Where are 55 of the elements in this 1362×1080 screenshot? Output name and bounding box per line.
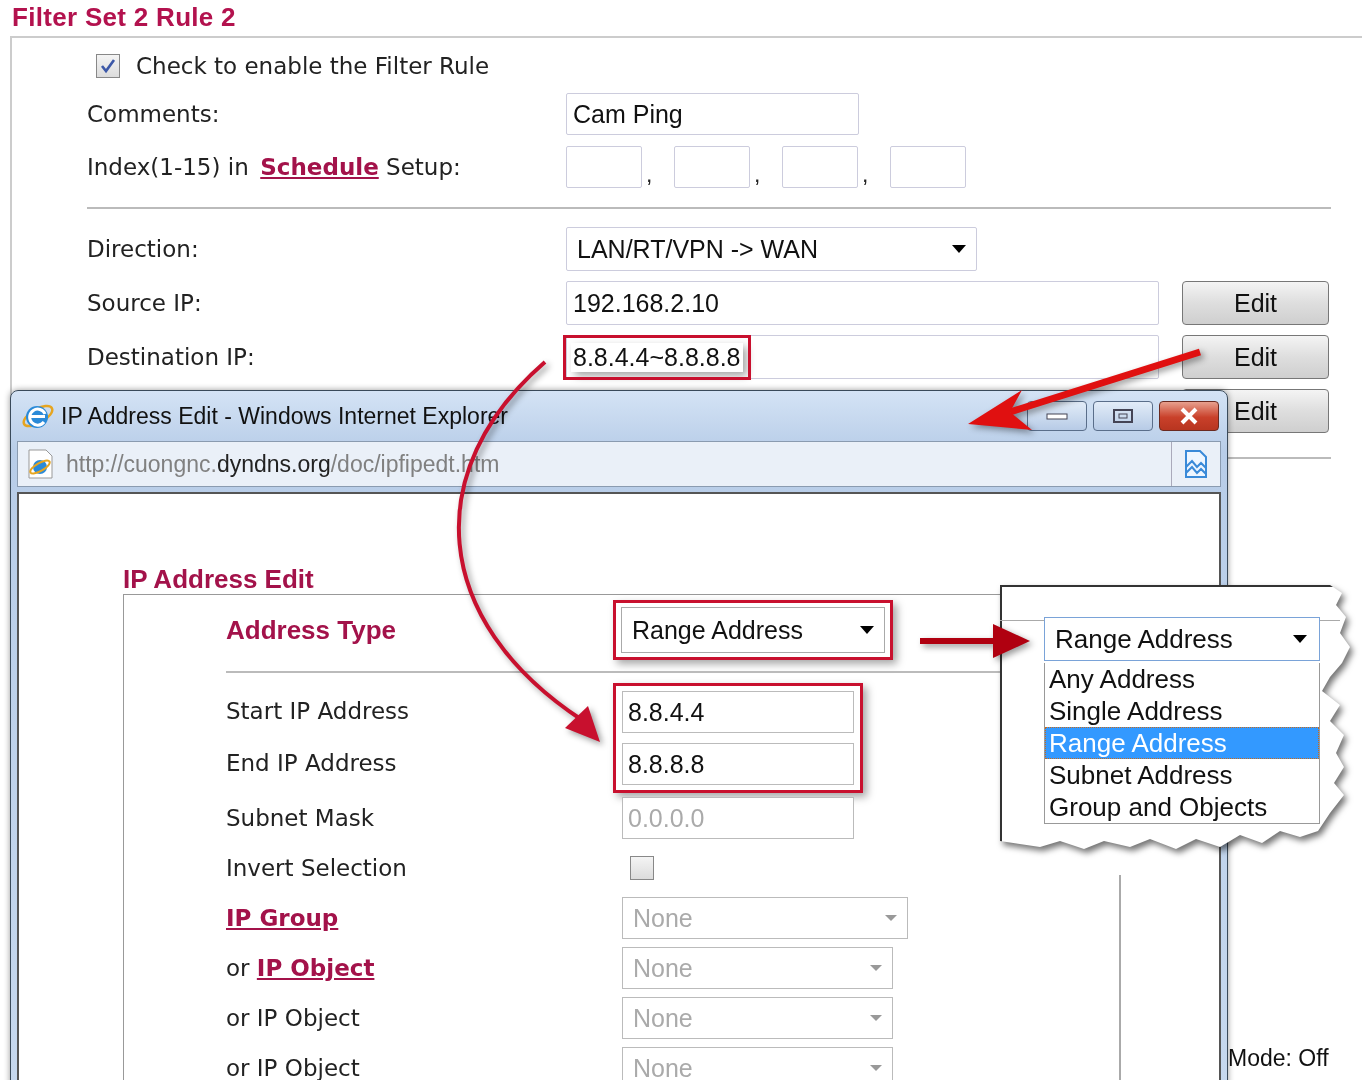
ip-field[interactable]: 8.8.4.4 bbox=[622, 691, 854, 733]
edit-button[interactable]: Edit bbox=[1182, 281, 1329, 325]
close-button[interactable] bbox=[1159, 401, 1219, 431]
field-label: Index(1-15) in bbox=[87, 154, 249, 180]
comments-field[interactable]: Cam Ping bbox=[566, 93, 859, 135]
minimize-button[interactable] bbox=[1027, 401, 1087, 431]
ip-field[interactable]: 192.168.2.10 bbox=[566, 281, 1159, 325]
field-label: Setup: bbox=[386, 154, 461, 180]
caret-icon bbox=[885, 915, 897, 921]
section-heading: IP Address Edit bbox=[123, 564, 315, 594]
caret-icon bbox=[870, 1065, 882, 1071]
address-type-select[interactable]: Range Address bbox=[1044, 617, 1320, 661]
checkbox-label: Check to enable the Filter Rule bbox=[136, 53, 490, 79]
field-label: Source IP: bbox=[87, 290, 203, 316]
caret-icon bbox=[952, 245, 966, 253]
address-type-select[interactable]: Range Address bbox=[621, 607, 885, 653]
field-label: Address Type bbox=[226, 614, 397, 646]
page-title: Filter Set 2 Rule 2 bbox=[11, 1, 237, 34]
caret-icon bbox=[870, 965, 882, 971]
dropdown-option[interactable]: Group and Objects bbox=[1045, 791, 1319, 823]
field-label: Destination IP: bbox=[87, 344, 256, 370]
maximize-button[interactable] bbox=[1093, 401, 1153, 431]
dropdown-option[interactable]: Subnet Address bbox=[1045, 759, 1319, 791]
field-label: Invert Selection bbox=[226, 855, 407, 881]
field-label: or bbox=[226, 955, 250, 981]
field-label: Subnet Mask bbox=[226, 805, 375, 831]
maximize-icon bbox=[1111, 407, 1135, 425]
field-label: Start IP Address bbox=[226, 698, 410, 724]
checkbox[interactable] bbox=[96, 54, 120, 78]
edit-button[interactable]: Edit bbox=[1182, 335, 1329, 379]
checkbox[interactable] bbox=[630, 856, 654, 880]
field-label: Comments: bbox=[87, 101, 221, 127]
schedule-link[interactable]: Schedule bbox=[260, 154, 379, 180]
index-field[interactable] bbox=[566, 146, 642, 188]
direction-select[interactable]: LAN/RT/VPN -> WAN bbox=[566, 227, 977, 271]
field-label: End IP Address bbox=[226, 750, 397, 776]
separator-text: , bbox=[645, 161, 654, 189]
field-label: or IP Object bbox=[226, 1005, 360, 1031]
index-field[interactable] bbox=[782, 146, 858, 188]
index-field[interactable] bbox=[674, 146, 750, 188]
field-label: or IP Object bbox=[226, 1055, 360, 1080]
field-label: Direction: bbox=[87, 236, 200, 262]
ip-field[interactable]: 8.8.8.8 bbox=[622, 743, 854, 785]
dropdown-option[interactable]: Single Address bbox=[1045, 695, 1319, 727]
index-field[interactable] bbox=[890, 146, 966, 188]
dropdown-option[interactable]: Any Address bbox=[1045, 663, 1319, 695]
page-icon bbox=[26, 449, 54, 479]
separator-text: , bbox=[861, 161, 870, 189]
ip-field[interactable]: 8.8.4.4~8.8.8.8 bbox=[566, 335, 1159, 379]
caret-icon bbox=[870, 1015, 882, 1021]
minimize-icon bbox=[1045, 411, 1069, 421]
caret-icon bbox=[1293, 635, 1307, 643]
separator-text: , bbox=[753, 161, 762, 189]
caret-icon bbox=[860, 626, 874, 634]
status-text: Mode: Off bbox=[1228, 1045, 1329, 1071]
